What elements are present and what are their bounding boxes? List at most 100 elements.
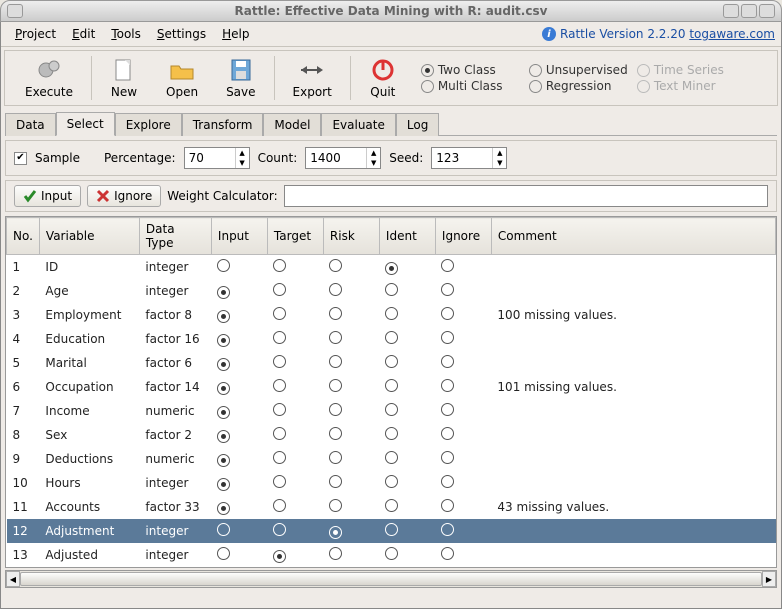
role-risk-radio[interactable] [323, 399, 379, 423]
role-ident-radio[interactable] [379, 327, 435, 351]
role-ident-radio[interactable] [379, 423, 435, 447]
tab-log[interactable]: Log [396, 113, 439, 136]
menu-edit[interactable]: Edit [64, 24, 103, 44]
percentage-input[interactable] [185, 148, 235, 168]
table-row[interactable]: 2Ageinteger [7, 279, 776, 303]
table-row[interactable]: 10Hoursinteger [7, 471, 776, 495]
role-target-radio[interactable] [267, 375, 323, 399]
table-row[interactable]: 4Educationfactor 16 [7, 327, 776, 351]
column-header[interactable]: Risk [323, 218, 379, 255]
table-row[interactable]: 12Adjustmentinteger [7, 519, 776, 543]
sample-checkbox[interactable] [14, 152, 27, 165]
role-ignore-radio[interactable] [435, 351, 491, 375]
role-input-radio[interactable] [211, 279, 267, 303]
tab-data[interactable]: Data [5, 113, 56, 136]
role-input-radio[interactable] [211, 423, 267, 447]
role-ident-radio[interactable] [379, 447, 435, 471]
role-ignore-radio[interactable] [435, 375, 491, 399]
quit-button[interactable]: Quit [355, 55, 411, 101]
role-ident-radio[interactable] [379, 375, 435, 399]
role-ident-radio[interactable] [379, 471, 435, 495]
role-ignore-radio[interactable] [435, 279, 491, 303]
role-risk-radio[interactable] [323, 423, 379, 447]
role-target-radio[interactable] [267, 519, 323, 543]
count-spinner[interactable]: ▲▼ [305, 147, 381, 169]
seed-input[interactable] [432, 148, 492, 168]
role-input-radio[interactable] [211, 255, 267, 280]
role-ignore-radio[interactable] [435, 423, 491, 447]
save-button[interactable]: Save [212, 55, 269, 101]
role-ignore-radio[interactable] [435, 255, 491, 280]
role-input-radio[interactable] [211, 495, 267, 519]
role-input-radio[interactable] [211, 543, 267, 567]
column-header[interactable]: Variable [39, 218, 139, 255]
open-button[interactable]: Open [152, 55, 212, 101]
role-risk-radio[interactable] [323, 471, 379, 495]
maximize-button[interactable] [741, 4, 757, 18]
role-target-radio[interactable] [267, 399, 323, 423]
role-target-radio[interactable] [267, 471, 323, 495]
role-input-radio[interactable] [211, 375, 267, 399]
window-menu-button[interactable] [7, 4, 23, 18]
role-ignore-radio[interactable] [435, 543, 491, 567]
role-ignore-radio[interactable] [435, 519, 491, 543]
ignore-button[interactable]: Ignore [87, 185, 161, 207]
role-ident-radio[interactable] [379, 519, 435, 543]
role-risk-radio[interactable] [323, 447, 379, 471]
role-target-radio[interactable] [267, 423, 323, 447]
role-ignore-radio[interactable] [435, 327, 491, 351]
role-input-radio[interactable] [211, 303, 267, 327]
column-header[interactable]: Ignore [435, 218, 491, 255]
role-target-radio[interactable] [267, 351, 323, 375]
column-header[interactable]: Target [267, 218, 323, 255]
scroll-right-icon[interactable]: ▶ [762, 571, 776, 587]
table-row[interactable]: 8Sexfactor 2 [7, 423, 776, 447]
table-row[interactable]: 6Occupationfactor 14101 missing values. [7, 375, 776, 399]
table-row[interactable]: 5Maritalfactor 6 [7, 351, 776, 375]
tab-explore[interactable]: Explore [115, 113, 182, 136]
close-button[interactable] [759, 4, 775, 18]
menu-tools[interactable]: Tools [103, 24, 149, 44]
table-row[interactable]: 1IDinteger [7, 255, 776, 280]
weight-calc-input[interactable] [284, 185, 768, 207]
role-target-radio[interactable] [267, 327, 323, 351]
radio-multi-class[interactable]: Multi Class [421, 79, 521, 93]
scrollbar-thumb[interactable] [20, 572, 762, 586]
table-row[interactable]: 13Adjustedinteger [7, 543, 776, 567]
count-input[interactable] [306, 148, 366, 168]
role-target-radio[interactable] [267, 279, 323, 303]
role-target-radio[interactable] [267, 447, 323, 471]
role-risk-radio[interactable] [323, 327, 379, 351]
radio-two-class[interactable]: Two Class [421, 63, 521, 77]
table-row[interactable]: 9Deductionsnumeric [7, 447, 776, 471]
role-risk-radio[interactable] [323, 375, 379, 399]
table-row[interactable]: 3Employmentfactor 8100 missing values. [7, 303, 776, 327]
role-input-radio[interactable] [211, 399, 267, 423]
role-ident-radio[interactable] [379, 303, 435, 327]
role-ignore-radio[interactable] [435, 447, 491, 471]
role-ignore-radio[interactable] [435, 303, 491, 327]
role-risk-radio[interactable] [323, 519, 379, 543]
table-row[interactable]: 11Accountsfactor 3343 missing values. [7, 495, 776, 519]
down-arrow-icon[interactable]: ▼ [236, 158, 249, 168]
role-ident-radio[interactable] [379, 351, 435, 375]
role-ident-radio[interactable] [379, 399, 435, 423]
radio-regression[interactable]: Regression [529, 79, 629, 93]
down-arrow-icon[interactable]: ▼ [367, 158, 380, 168]
execute-button[interactable]: Execute [11, 55, 87, 101]
role-target-radio[interactable] [267, 303, 323, 327]
role-target-radio[interactable] [267, 255, 323, 280]
role-risk-radio[interactable] [323, 495, 379, 519]
role-target-radio[interactable] [267, 495, 323, 519]
column-header[interactable]: Comment [491, 218, 775, 255]
percentage-spinner[interactable]: ▲▼ [184, 147, 250, 169]
role-ident-radio[interactable] [379, 279, 435, 303]
role-risk-radio[interactable] [323, 255, 379, 280]
menu-help[interactable]: Help [214, 24, 257, 44]
scroll-left-icon[interactable]: ◀ [6, 571, 20, 587]
down-arrow-icon[interactable]: ▼ [493, 158, 506, 168]
seed-spinner[interactable]: ▲▼ [431, 147, 507, 169]
role-ignore-radio[interactable] [435, 471, 491, 495]
tab-transform[interactable]: Transform [182, 113, 264, 136]
role-input-radio[interactable] [211, 351, 267, 375]
